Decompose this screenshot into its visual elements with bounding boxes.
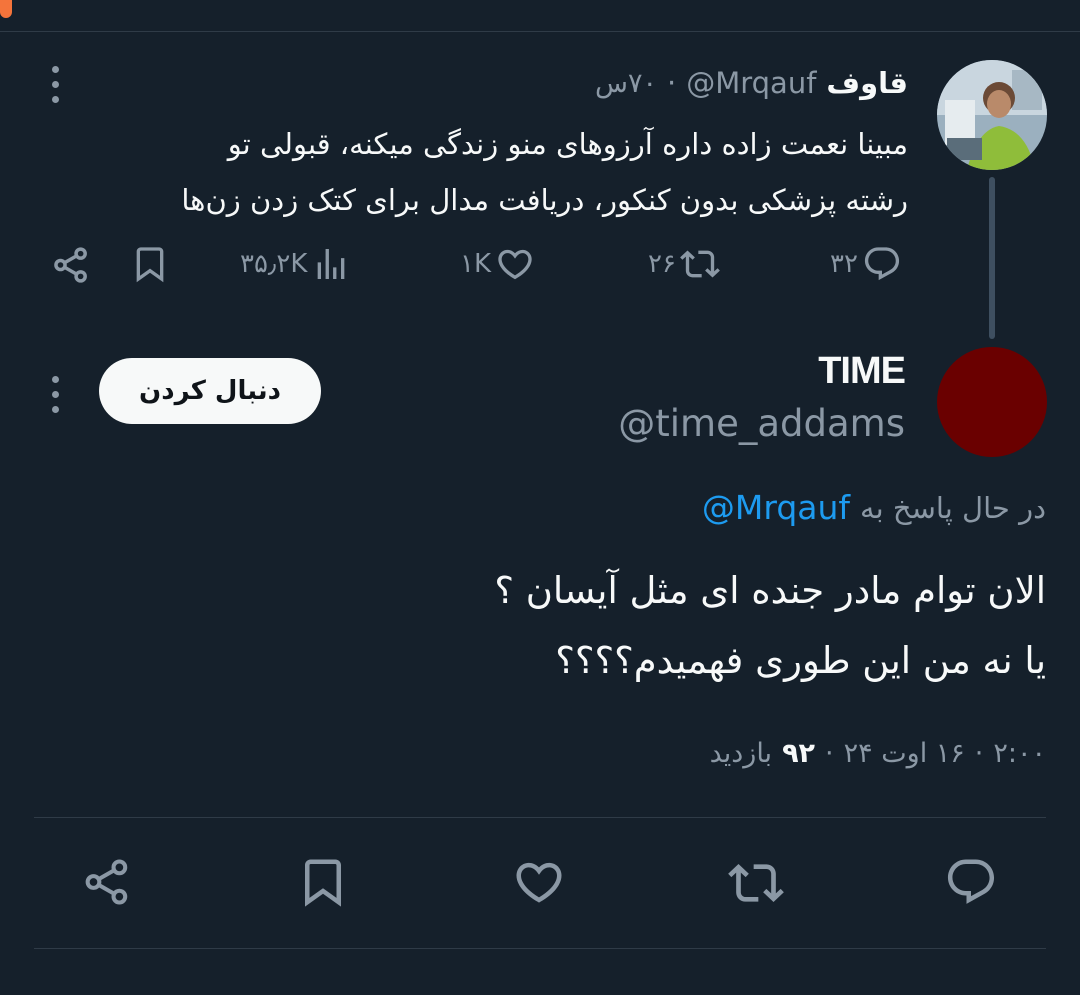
follow-button[interactable]: دنبال کردن bbox=[99, 358, 321, 424]
bookmark-icon bbox=[136, 247, 164, 283]
parent-like-button[interactable]: ۱K bbox=[460, 244, 535, 284]
replying-to: در حال پاسخ به @Mrqauf bbox=[702, 488, 1046, 527]
comment-icon bbox=[947, 859, 995, 904]
share-icon bbox=[54, 247, 87, 283]
share-icon bbox=[85, 859, 128, 905]
parent-separator: · bbox=[666, 66, 677, 100]
avatar-photo bbox=[937, 60, 1047, 170]
replying-to-prefix: در حال پاسخ به bbox=[860, 490, 1046, 525]
parent-views-count: ۳۵٫۲K bbox=[240, 249, 308, 279]
reply-display-name[interactable]: TIME bbox=[818, 350, 906, 393]
meta-separator: · bbox=[825, 738, 834, 769]
parent-retweet-count: ۲۶ bbox=[648, 249, 676, 279]
reply-more-icon[interactable] bbox=[50, 376, 60, 413]
top-divider bbox=[0, 31, 1080, 32]
avatar-time-addams[interactable] bbox=[937, 347, 1047, 457]
parent-text-line: رشته پزشکی بدون کنکور، دریافت مدال برای … bbox=[181, 183, 908, 217]
comment-icon bbox=[864, 247, 900, 281]
parent-header: قاوف @Mrqauf · ۷۰س bbox=[595, 60, 908, 106]
bookmark-icon bbox=[305, 859, 341, 907]
status-accent bbox=[0, 0, 12, 18]
parent-display-name[interactable]: قاوف bbox=[826, 66, 908, 100]
reply-time[interactable]: ۲:۰۰ bbox=[993, 738, 1046, 769]
parent-reply-count: ۳۲ bbox=[830, 249, 858, 279]
parent-more-icon[interactable] bbox=[50, 66, 60, 103]
meta-separator: · bbox=[974, 738, 984, 769]
reply-views-count: ۹۲ bbox=[782, 738, 816, 769]
bookmark-button[interactable] bbox=[296, 855, 350, 913]
actions-bottom-divider bbox=[34, 948, 1046, 949]
parent-share-button[interactable] bbox=[50, 244, 92, 286]
parent-reply-button[interactable]: ۳۲ bbox=[830, 244, 902, 284]
parent-bookmark-button[interactable] bbox=[130, 244, 170, 284]
parent-text: مبینا نعمت زاده داره آرزوهای منو زندگی م… bbox=[38, 116, 908, 228]
retweet-icon bbox=[728, 864, 784, 902]
retweet-button[interactable] bbox=[728, 855, 784, 915]
reply-meta: ۲:۰۰ · ۱۶ اوت ۲۴ · ۹۲ بازدید bbox=[710, 738, 1046, 769]
heart-icon bbox=[498, 249, 532, 280]
parent-text-line: مبینا نعمت زاده داره آرزوهای منو زندگی م… bbox=[227, 127, 908, 161]
heart-icon bbox=[516, 862, 562, 903]
actions-top-divider bbox=[34, 817, 1046, 818]
parent-handle[interactable]: @Mrqauf bbox=[686, 66, 816, 100]
reply-button[interactable] bbox=[944, 855, 998, 913]
parent-retweet-button[interactable]: ۲۶ bbox=[648, 244, 720, 284]
parent-views-button[interactable]: ۳۵٫۲K bbox=[240, 244, 351, 284]
reply-text-line: یا نه من این طوری فهمیدم؟؟؟؟ bbox=[555, 639, 1046, 682]
views-chart-icon bbox=[318, 249, 345, 279]
reply-handle[interactable]: @time_addams bbox=[618, 402, 905, 445]
reply-text: الان توام مادر جنده ای مثل آیسان ؟ یا نه… bbox=[46, 556, 1046, 696]
retweet-icon bbox=[680, 250, 720, 278]
avatar-mrqauf[interactable] bbox=[937, 60, 1047, 170]
parent-time-ago[interactable]: ۷۰س bbox=[595, 68, 657, 99]
reply-date[interactable]: ۱۶ اوت ۲۴ bbox=[844, 738, 965, 769]
share-button[interactable] bbox=[80, 855, 134, 913]
parent-like-count: ۱K bbox=[460, 249, 492, 279]
replying-to-handle[interactable]: @Mrqauf bbox=[702, 488, 850, 527]
like-button[interactable] bbox=[512, 855, 566, 913]
reply-text-line: الان توام مادر جنده ای مثل آیسان ؟ bbox=[494, 569, 1046, 612]
reply-views-label: بازدید bbox=[709, 738, 773, 769]
thread-connector bbox=[989, 177, 995, 339]
